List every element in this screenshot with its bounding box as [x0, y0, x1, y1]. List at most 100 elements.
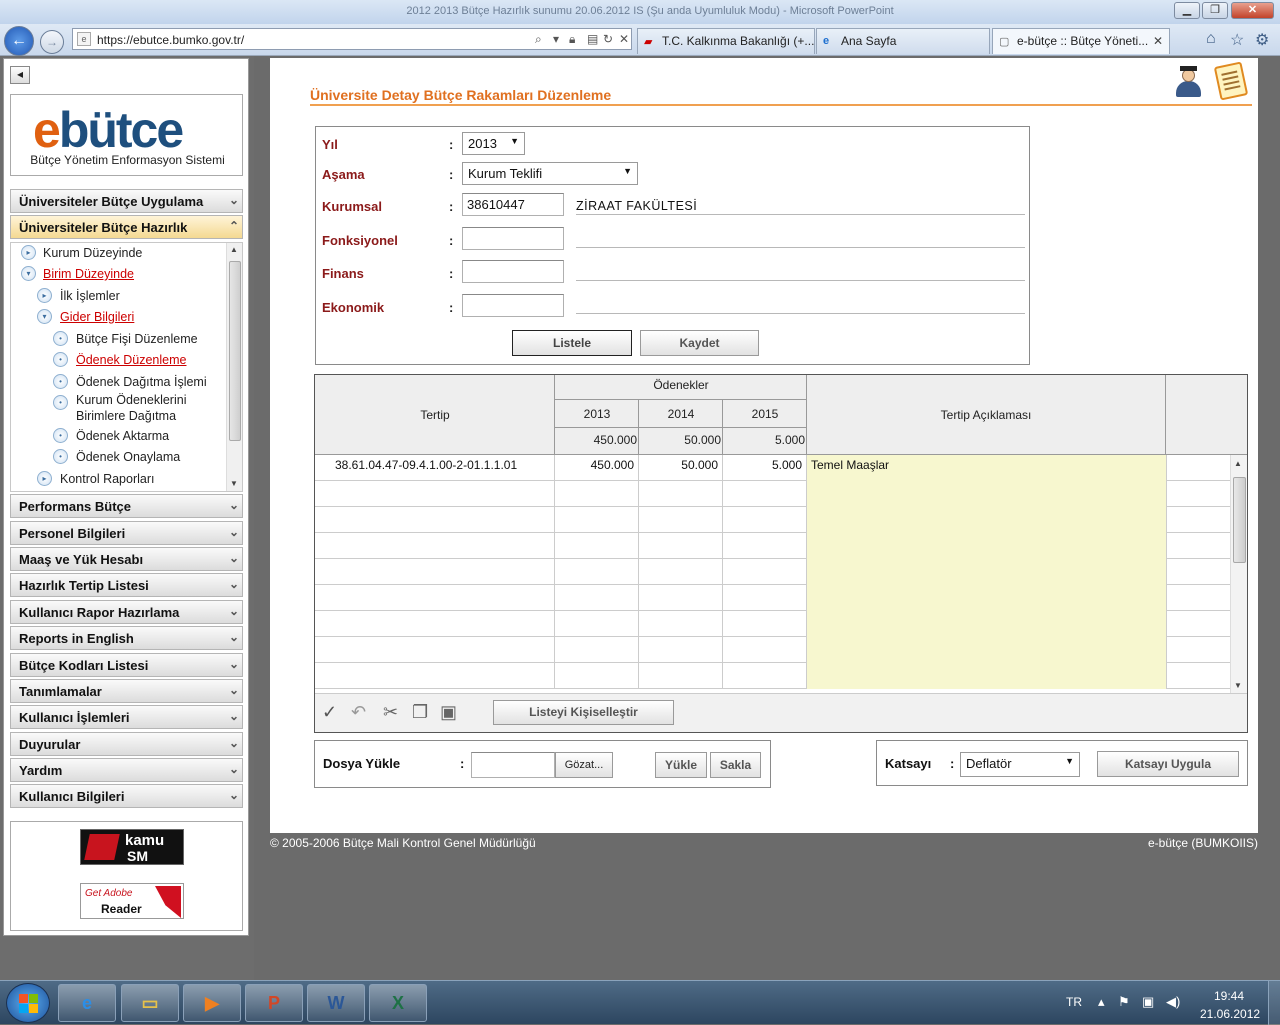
scroll-up-icon[interactable]: ▲	[1234, 459, 1242, 468]
listele-button[interactable]: Listele	[512, 330, 632, 356]
tree-item-birim-duzeyinde[interactable]: Birim Düzeyinde	[43, 267, 134, 281]
yukle-button[interactable]: Yükle	[655, 752, 707, 778]
internet-explorer-icon[interactable]: e	[58, 984, 116, 1022]
tab-ebutce[interactable]: ▢ e-bütçe :: Bütçe Yöneti... ✕	[992, 28, 1170, 54]
tree-scrollbar[interactable]: ▲ ▼	[226, 243, 242, 491]
tab-close-icon[interactable]: ✕	[1153, 34, 1163, 48]
asama-select[interactable]: Kurum Teklifi ▼	[462, 162, 638, 185]
checkmark-icon[interactable]: ✓	[322, 702, 337, 723]
user-profile-icon[interactable]	[1173, 66, 1203, 98]
tree-item-odenek-duzenleme[interactable]: Ödenek Düzenleme	[76, 353, 186, 367]
copy-icon[interactable]: ❐	[412, 702, 428, 723]
undo-icon[interactable]: ↶	[351, 702, 366, 723]
menu-kullanici-islemleri[interactable]: Kullanıcı İşlemleri ⌄	[10, 705, 243, 729]
menu-reports-in-english[interactable]: Reports in English ⌄	[10, 626, 243, 650]
table-row[interactable]: 38.61.04.47-09.4.1.00-2-01.1.1.01 450.00…	[315, 455, 1231, 481]
stop-icon[interactable]: ✕	[619, 32, 629, 46]
compat-view-icon[interactable]: ▤	[587, 32, 598, 46]
tree-item-odenek-onaylama[interactable]: Ödenek Onaylama	[76, 450, 180, 464]
table-row[interactable]	[315, 507, 1231, 533]
home-icon[interactable]: ⌂	[1206, 30, 1216, 48]
kurumsal-input[interactable]: 38610447	[462, 193, 564, 216]
menu-butce-kodlari-listesi[interactable]: Bütçe Kodları Listesi ⌄	[10, 653, 243, 677]
tree-item-butce-fisi-duzenleme[interactable]: Bütçe Fişi Düzenleme	[76, 332, 198, 346]
back-button[interactable]: ←	[4, 26, 34, 56]
clock-date[interactable]: 21.06.2012	[1200, 1007, 1260, 1021]
scroll-down-icon[interactable]: ▼	[1234, 681, 1242, 690]
network-icon[interactable]: ▣	[1142, 994, 1154, 1010]
value-2014-cell[interactable]: 50.000	[639, 455, 723, 481]
notepad-icon[interactable]	[1213, 61, 1249, 101]
gear-icon[interactable]: ⚙	[1255, 30, 1269, 50]
minimize-button[interactable]: ▁	[1174, 2, 1200, 19]
start-button[interactable]	[6, 983, 50, 1023]
tertip-cell[interactable]: 38.61.04.47-09.4.1.00-2-01.1.1.01	[315, 455, 555, 481]
gozat-button[interactable]: Gözat...	[555, 752, 613, 778]
finans-input[interactable]	[462, 260, 564, 283]
adobe-reader-badge[interactable]: Get Adobe Reader	[80, 883, 184, 919]
tab-kalkinma[interactable]: ▰ T.C. Kalkınma Bakanlığı (+...	[637, 28, 815, 54]
table-row[interactable]	[315, 481, 1231, 507]
kamusm-badge[interactable]: kamu SM	[80, 829, 184, 865]
media-player-icon[interactable]: ▶	[183, 984, 241, 1022]
kaydet-button[interactable]: Kaydet	[640, 330, 759, 356]
menu-tanimlamalar[interactable]: Tanımlamalar ⌄	[10, 679, 243, 703]
tree-item-kontrol-raporlari[interactable]: Kontrol Raporları	[60, 472, 155, 486]
menu-universiteler-butce-hazirlik[interactable]: Üniversiteler Bütçe Hazırlık ⌃	[10, 215, 243, 239]
grid-scrollbar[interactable]: ▲ ▼	[1230, 455, 1247, 693]
scissors-icon[interactable]: ✂	[383, 702, 398, 723]
forward-button[interactable]: →	[40, 30, 64, 54]
menu-kullanici-bilgileri[interactable]: Kullanıcı Bilgileri ⌄	[10, 784, 243, 808]
tree-item-ilk-islemler[interactable]: İlk İşlemler	[60, 289, 120, 303]
tree-item-kurum-duzeyinde[interactable]: Kurum Düzeyinde	[43, 246, 142, 260]
tree-item-birimlere-dagitma[interactable]: Birimlere Dağıtma	[76, 409, 176, 423]
show-desktop-button[interactable]	[1268, 981, 1280, 1025]
aciklama-cell[interactable]: Temel Maaşlar	[807, 455, 1167, 481]
dropdown-icon[interactable]: ▾	[553, 32, 559, 46]
tree-item-gider-bilgileri[interactable]: Gider Bilgileri	[60, 310, 134, 324]
grid-scroll-thumb[interactable]	[1233, 477, 1246, 563]
tree-item-odenek-dagitma-islemi[interactable]: Ödenek Dağıtma İşlemi	[76, 375, 207, 389]
ekonomik-input[interactable]	[462, 294, 564, 317]
file-path-input[interactable]	[471, 752, 555, 778]
file-explorer-icon[interactable]: ▭	[121, 984, 179, 1022]
word-icon[interactable]: W	[307, 984, 365, 1022]
table-row[interactable]	[315, 611, 1231, 637]
menu-kullanici-rapor-hazirlama[interactable]: Kullanıcı Rapor Hazırlama ⌄	[10, 600, 243, 624]
clock-time[interactable]: 19:44	[1214, 989, 1244, 1003]
lock-icon[interactable]: 🔒︎	[569, 32, 575, 47]
menu-maas-ve-yuk-hesabi[interactable]: Maaş ve Yük Hesabı ⌄	[10, 547, 243, 571]
tree-item-odenek-aktarma[interactable]: Ödenek Aktarma	[76, 429, 169, 443]
tree-scroll-thumb[interactable]	[229, 261, 241, 441]
katsayi-select[interactable]: Deflatör ▼	[960, 752, 1080, 777]
value-2013-cell[interactable]: 450.000	[555, 455, 639, 481]
collapse-sidebar-button[interactable]: ◂	[10, 66, 30, 84]
menu-yardim[interactable]: Yardım ⌄	[10, 758, 243, 782]
search-icon[interactable]: ⌕	[535, 32, 542, 47]
menu-universiteler-butce-uygulama[interactable]: Üniversiteler Bütçe Uygulama ⌄	[10, 189, 243, 213]
tree-item-kurum-odeneklerini[interactable]: Kurum Ödeneklerini	[76, 393, 186, 407]
volume-icon[interactable]: ◀)	[1166, 994, 1180, 1010]
excel-icon[interactable]: X	[369, 984, 427, 1022]
address-bar[interactable]: e https://ebutce.bumko.gov.tr/ ⌕ ▾ 🔒︎ ▤ …	[72, 28, 632, 50]
value-2015-cell[interactable]: 5.000	[723, 455, 807, 481]
favorites-star-icon[interactable]: ☆	[1230, 30, 1244, 50]
tab-ana-sayfa[interactable]: e Ana Sayfa	[816, 28, 990, 54]
show-hidden-icons-icon[interactable]: ▴	[1098, 994, 1105, 1010]
menu-hazirlik-tertip-listesi[interactable]: Hazırlık Tertip Listesi ⌄	[10, 573, 243, 597]
refresh-icon[interactable]: ↻	[603, 32, 613, 46]
powerpoint-icon[interactable]: P	[245, 984, 303, 1022]
katsayi-uygula-button[interactable]: Katsayı Uygula	[1097, 751, 1239, 777]
table-row[interactable]	[315, 533, 1231, 559]
language-indicator[interactable]: TR	[1066, 995, 1082, 1009]
table-row[interactable]	[315, 585, 1231, 611]
listeyi-kisisellestir-button[interactable]: Listeyi Kişiselleştir	[493, 700, 674, 725]
paste-icon[interactable]: ▣	[440, 702, 457, 723]
yil-select[interactable]: 2013 ▼	[462, 132, 525, 155]
table-row[interactable]	[315, 663, 1231, 689]
action-center-flag-icon[interactable]: ⚑	[1118, 994, 1130, 1010]
sakla-button[interactable]: Sakla	[710, 752, 761, 778]
close-window-button[interactable]: ✕	[1231, 2, 1274, 19]
menu-duyurular[interactable]: Duyurular ⌄	[10, 732, 243, 756]
menu-performans-butce[interactable]: Performans Bütçe ⌄	[10, 494, 243, 518]
